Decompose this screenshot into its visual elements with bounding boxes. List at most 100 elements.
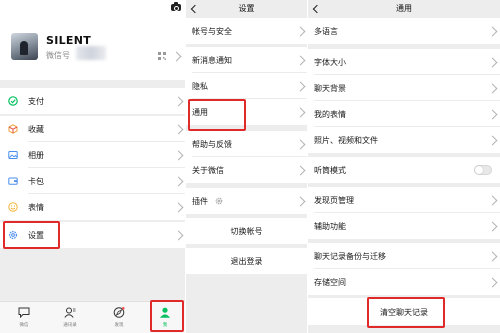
wechat-id-label: 微信号 [46,51,70,60]
general-item-font-size[interactable]: 字体大小 [308,49,500,75]
me-panel: SILENT 微信号 支付 收藏 相册 卡包 表情 设置 微信 通讯录 发现 我 [0,0,185,333]
highlight-box [3,221,60,249]
highlight-box [150,300,184,332]
settings-item-account-security[interactable]: 帐号与安全 [186,18,307,44]
chevron-right-icon [295,81,306,92]
settings-item-notifications[interactable]: 新消息通知 [186,47,307,73]
card-icon [8,177,18,185]
page-title: 设置 [238,4,255,13]
settings-item-about[interactable]: 关于微信 [186,157,307,183]
chevron-right-icon [487,195,498,206]
favorites-icon [8,124,18,134]
general-item-chat-background[interactable]: 聊天背景 [308,75,500,101]
settings-item-plugins[interactable]: 插件 [186,188,307,214]
chevron-right-icon [173,230,184,241]
page-title: 通用 [396,4,412,13]
settings-panel: 设置 帐号与安全 新消息通知 隐私 通用 帮助与反馈 关于微信 插件 切换帐号 … [186,0,307,333]
chevron-right-icon [295,139,306,150]
general-label: 发现页管理 [314,196,354,205]
settings-label: 新消息通知 [192,56,232,65]
chevron-right-icon [487,221,498,232]
chevron-right-icon [487,57,498,68]
avatar[interactable] [11,33,38,60]
tab-label: 通讯录 [63,323,77,328]
menu-label: 表情 [28,203,44,212]
settings-label: 隐私 [192,82,208,91]
pay-icon [8,96,18,106]
general-header: 通用 [308,0,500,16]
general-label: 聊天背景 [314,84,346,93]
general-item-language[interactable]: 多语言 [308,18,500,44]
general-label: 照片、视频和文件 [314,136,378,145]
settings-label: 帐号与安全 [192,27,232,36]
plugin-gear-icon [215,197,223,205]
chevron-right-icon [487,26,498,37]
qr-code-icon[interactable] [158,52,166,60]
chevron-right-icon [487,135,498,146]
earpiece-mode-toggle[interactable] [474,165,492,175]
menu-item-sticker[interactable]: 表情 [0,194,185,220]
tab-discover[interactable]: 发现 [101,302,137,333]
discover-icon [113,307,125,318]
switch-account-button[interactable]: 切换帐号 [186,218,307,244]
settings-label: 帮助与反馈 [192,140,232,149]
logout-label: 退出登录 [230,257,263,266]
switch-account-label: 切换帐号 [230,227,263,236]
settings-item-privacy[interactable]: 隐私 [186,73,307,99]
chevron-right-icon [487,83,498,94]
general-label: 字体大小 [314,58,346,67]
chevron-right-icon [295,196,306,207]
chevron-right-icon [295,55,306,66]
general-item-discover-management[interactable]: 发现页管理 [308,187,500,213]
menu-label: 收藏 [28,125,44,134]
chevron-right-icon [173,176,184,187]
tab-chats[interactable]: 微信 [6,302,42,333]
menu-label: 支付 [28,97,44,106]
settings-header: 设置 [186,0,307,16]
chevron-right-icon [295,107,306,118]
general-label: 听筒模式 [314,166,346,175]
chats-icon [18,307,30,318]
chevron-right-icon [173,202,184,213]
general-label: 我的表情 [314,110,346,119]
screenshot: SILENT 微信号 支付 收藏 相册 卡包 表情 设置 微信 通讯录 发现 我… [0,0,500,333]
album-icon [8,151,18,159]
general-item-chat-backup[interactable]: 聊天记录备份与迁移 [308,243,500,269]
logout-button[interactable]: 退出登录 [186,248,307,274]
sticker-icon [8,202,18,212]
general-item-accessibility[interactable]: 辅助功能 [308,213,500,239]
chevron-right-icon [487,109,498,120]
menu-item-album[interactable]: 相册 [0,142,185,168]
general-label: 多语言 [314,27,338,36]
general-label: 存储空间 [314,278,346,287]
general-item-earpiece-mode[interactable]: 听筒模式 [308,157,500,183]
general-item-media-files[interactable]: 照片、视频和文件 [308,127,500,153]
settings-label: 关于微信 [192,166,224,175]
chevron-right-icon [295,165,306,176]
contacts-icon [64,307,76,318]
chevron-right-icon [295,26,306,37]
chevron-right-icon [173,150,184,161]
settings-label: 插件 [192,197,208,206]
tab-contacts[interactable]: 通讯录 [52,302,88,333]
tab-label: 发现 [114,323,124,328]
general-item-my-stickers[interactable]: 我的表情 [308,101,500,127]
chevron-right-icon [487,251,498,262]
blurred-wechat-id [76,46,106,60]
menu-item-favorites[interactable]: 收藏 [0,116,185,142]
tab-label: 微信 [19,323,29,328]
settings-item-help[interactable]: 帮助与反馈 [186,131,307,157]
profile-card[interactable]: SILENT 微信号 [0,0,185,80]
chevron-right-icon [171,51,182,62]
menu-label: 相册 [28,151,44,160]
general-panel: 通用 多语言 字体大小 聊天背景 我的表情 照片、视频和文件 听筒模式 发现页管… [308,0,500,333]
general-label: 辅助功能 [314,222,346,231]
camera-icon[interactable] [171,2,181,11]
menu-item-pay[interactable]: 支付 [0,88,185,114]
chevron-right-icon [487,277,498,288]
highlight-box [188,99,246,131]
highlight-box [367,297,445,328]
menu-item-card[interactable]: 卡包 [0,168,185,194]
general-item-storage[interactable]: 存储空间 [308,269,500,295]
menu-label: 卡包 [28,177,44,186]
